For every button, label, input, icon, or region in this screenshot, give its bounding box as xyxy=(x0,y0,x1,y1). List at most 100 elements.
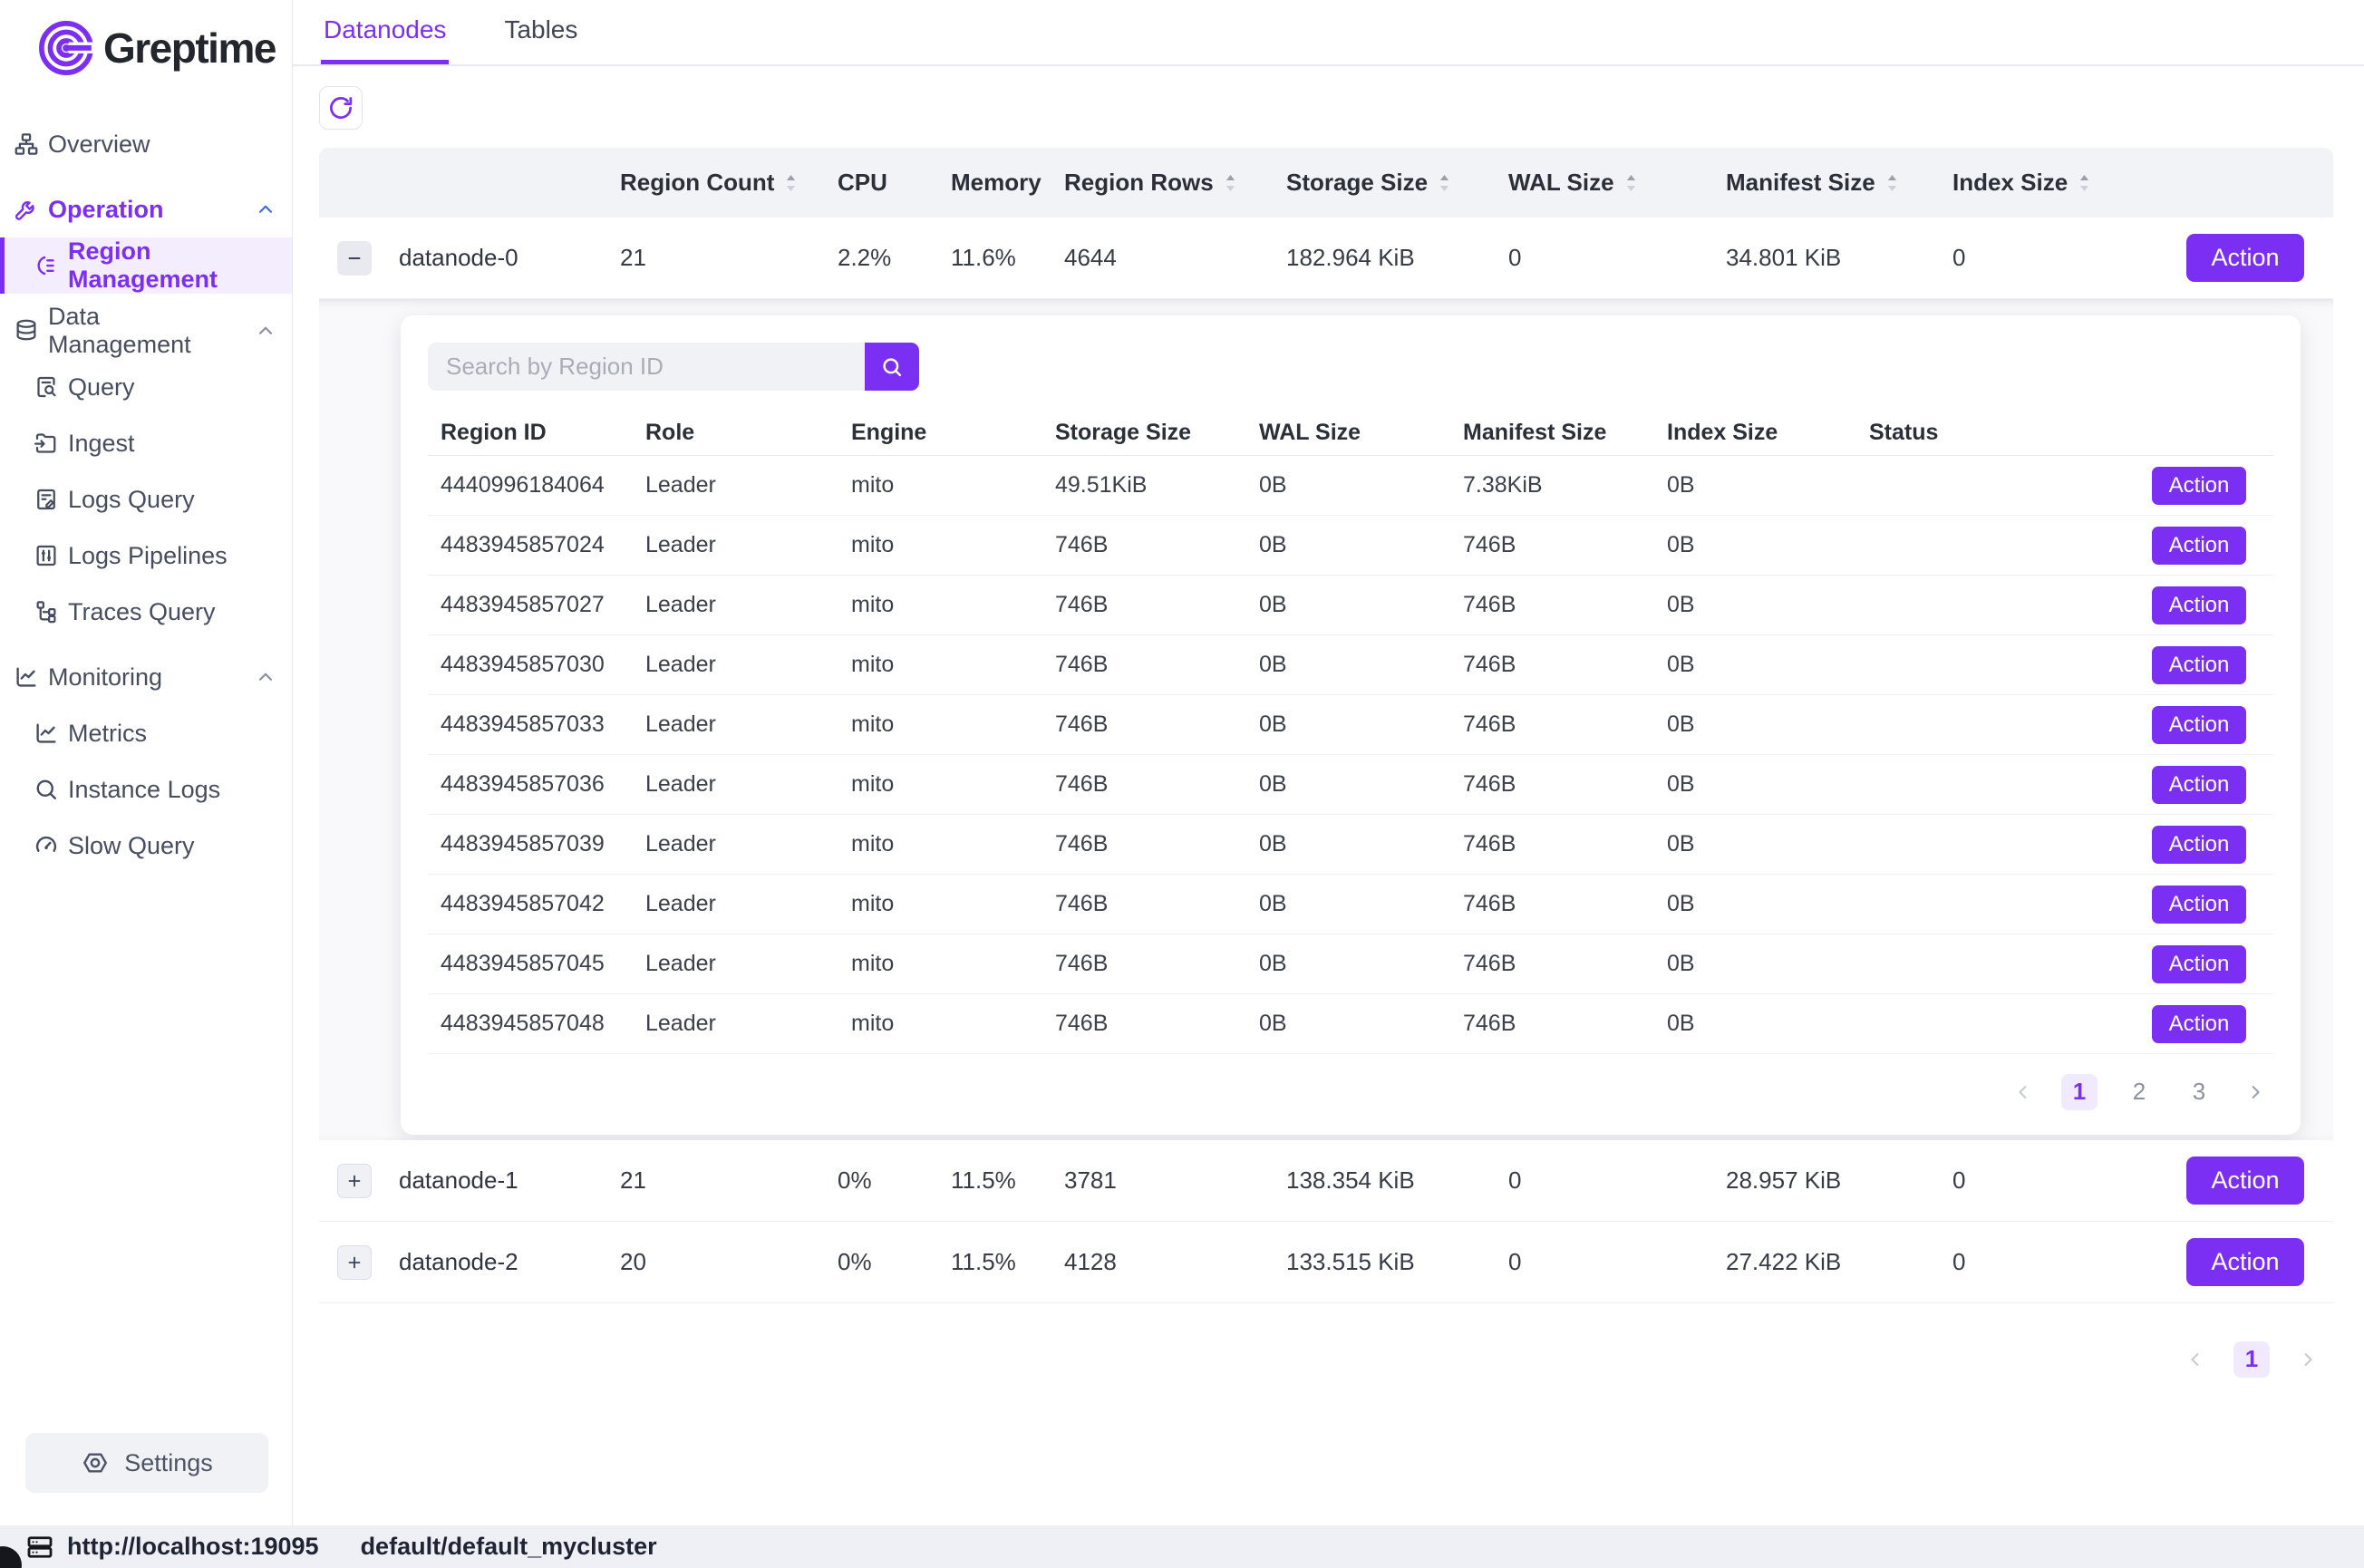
expand-icon xyxy=(344,1171,364,1191)
region-search-input[interactable] xyxy=(428,343,865,391)
sidebar-group-monitoring[interactable]: Monitoring xyxy=(0,649,292,705)
region-engine: mito xyxy=(838,891,1042,917)
sidebar-item-overview[interactable]: Overview xyxy=(0,116,292,172)
region-engine: mito xyxy=(838,652,1042,678)
sidebar-item-ingest[interactable]: Ingest xyxy=(0,415,292,471)
region-storage-size: 746B xyxy=(1042,532,1246,558)
settings-button[interactable]: Settings xyxy=(25,1433,268,1493)
chevron-right-icon[interactable] xyxy=(2241,1074,2268,1110)
region-engine: mito xyxy=(838,831,1042,857)
column-wal-size[interactable]: WAL Size xyxy=(1497,169,1715,197)
region-action-button[interactable]: Action xyxy=(2152,467,2246,505)
instance-logs-icon xyxy=(33,776,60,803)
sidebar-item-slow-query[interactable]: Slow Query xyxy=(0,818,292,874)
region-manifest-size: 746B xyxy=(1450,532,1654,558)
region-action-button[interactable]: Action xyxy=(2152,706,2246,744)
query-icon xyxy=(33,373,60,401)
region-action-button[interactable]: Action xyxy=(2152,1005,2246,1043)
region-index-size: 0B xyxy=(1654,592,1856,618)
region-id: 4440996184064 xyxy=(428,472,633,498)
sidebar-item-instance-logs[interactable]: Instance Logs xyxy=(0,761,292,818)
chevron-right-icon[interactable] xyxy=(2293,1341,2320,1378)
region-row: 4483945857030 Leader mito 746B 0B 746B 0… xyxy=(428,635,2273,695)
datanode-action-button[interactable]: Action xyxy=(2186,1238,2304,1286)
region-row: 4483945857036 Leader mito 746B 0B 746B 0… xyxy=(428,755,2273,815)
expand-row-button[interactable] xyxy=(337,1245,372,1280)
refresh-button[interactable] xyxy=(319,86,363,130)
sidebar-item-region-management[interactable]: Region Management xyxy=(0,237,292,294)
server-url[interactable]: http://localhost:19095 xyxy=(67,1533,319,1561)
chevron-left-icon[interactable] xyxy=(2010,1074,2038,1110)
region-index-size: 0B xyxy=(1654,532,1856,558)
collapse-row-button[interactable] xyxy=(337,241,372,276)
region-wal-size: 0B xyxy=(1246,831,1450,857)
column-region-count[interactable]: Region Count xyxy=(609,169,827,197)
region-storage-size: 746B xyxy=(1042,652,1246,678)
greptime-logo: Greptime xyxy=(0,0,292,76)
region-action-button[interactable]: Action xyxy=(2152,527,2246,565)
region-role: Leader xyxy=(633,711,838,738)
datanode-action-button[interactable]: Action xyxy=(2186,1157,2304,1205)
collapse-icon xyxy=(344,248,364,268)
region-id: 4483945857033 xyxy=(428,711,633,738)
region-table-body: 4440996184064 Leader mito 49.51KiB 0B 7.… xyxy=(428,456,2273,1054)
tabbar: Datanodes Tables xyxy=(293,0,2364,66)
region-action-button[interactable]: Action xyxy=(2152,586,2246,624)
sidebar-item-logs-pipelines[interactable]: Logs Pipelines xyxy=(0,528,292,584)
sidebar-item-metrics[interactable]: Metrics xyxy=(0,705,292,761)
region-manifest-size: 746B xyxy=(1450,831,1654,857)
sidebar-item-traces-query[interactable]: Traces Query xyxy=(0,584,292,640)
sort-icon[interactable] xyxy=(1437,172,1452,194)
column-storage-size[interactable]: Storage Size xyxy=(1275,169,1497,197)
region-action-button[interactable]: Action xyxy=(2152,945,2246,983)
column-region-rows[interactable]: Region Rows xyxy=(1053,169,1275,197)
region-wal-size: 0B xyxy=(1246,891,1450,917)
region-pagination: 1 2 3 xyxy=(428,1070,2273,1113)
column-index-size[interactable]: Index Size xyxy=(1942,169,2105,197)
column-cpu: CPU xyxy=(827,169,940,197)
region-storage-size: 746B xyxy=(1042,951,1246,977)
page-2[interactable]: 2 xyxy=(2121,1074,2157,1110)
ingest-icon xyxy=(33,430,60,457)
greptime-logo-icon xyxy=(38,20,94,76)
sort-icon[interactable] xyxy=(2077,172,2092,194)
chevron-up-icon xyxy=(254,319,277,343)
page-1[interactable]: 1 xyxy=(2061,1074,2098,1110)
region-role: Leader xyxy=(633,891,838,917)
region-engine: mito xyxy=(838,771,1042,798)
region-action-button[interactable]: Action xyxy=(2152,646,2246,684)
brand-name: Greptime xyxy=(103,24,276,73)
column-manifest-size[interactable]: Manifest Size xyxy=(1715,169,1942,197)
sidebar-group-operation[interactable]: Operation xyxy=(0,181,292,237)
region-storage-size: 746B xyxy=(1042,1011,1246,1037)
datanode-action-button[interactable]: Action xyxy=(2186,234,2304,282)
sort-icon[interactable] xyxy=(1884,172,1900,194)
page-1[interactable]: 1 xyxy=(2233,1341,2270,1378)
sidebar-item-logs-query[interactable]: Logs Query xyxy=(0,471,292,528)
region-action-button[interactable]: Action xyxy=(2152,766,2246,804)
tab-tables[interactable]: Tables xyxy=(501,0,580,64)
region-engine: mito xyxy=(838,472,1042,498)
region-role: Leader xyxy=(633,1011,838,1037)
sort-icon[interactable] xyxy=(783,172,799,194)
sidebar-item-query[interactable]: Query xyxy=(0,359,292,415)
region-manifest-size: 746B xyxy=(1450,891,1654,917)
expand-row-button[interactable] xyxy=(337,1164,372,1198)
region-id: 4483945857036 xyxy=(428,771,633,798)
host-icon xyxy=(25,1533,54,1562)
page-3[interactable]: 3 xyxy=(2181,1074,2217,1110)
sidebar-group-data-management[interactable]: Data Management xyxy=(0,303,292,359)
main-content: Datanodes Tables Region Count CPU xyxy=(293,0,2364,1525)
cluster-name[interactable]: default/default_mycluster xyxy=(361,1533,657,1561)
sort-icon[interactable] xyxy=(1623,172,1639,194)
chevron-left-icon[interactable] xyxy=(2183,1341,2210,1378)
region-action-button[interactable]: Action xyxy=(2152,886,2246,924)
region-manifest-size: 7.38KiB xyxy=(1450,472,1654,498)
tab-datanodes[interactable]: Datanodes xyxy=(321,0,449,64)
region-id: 4483945857048 xyxy=(428,1011,633,1037)
region-action-button[interactable]: Action xyxy=(2152,826,2246,864)
region-row: 4483945857033 Leader mito 746B 0B 746B 0… xyxy=(428,695,2273,755)
region-search-button[interactable] xyxy=(865,343,919,391)
sort-icon[interactable] xyxy=(1223,172,1238,194)
region-index-size: 0B xyxy=(1654,472,1856,498)
